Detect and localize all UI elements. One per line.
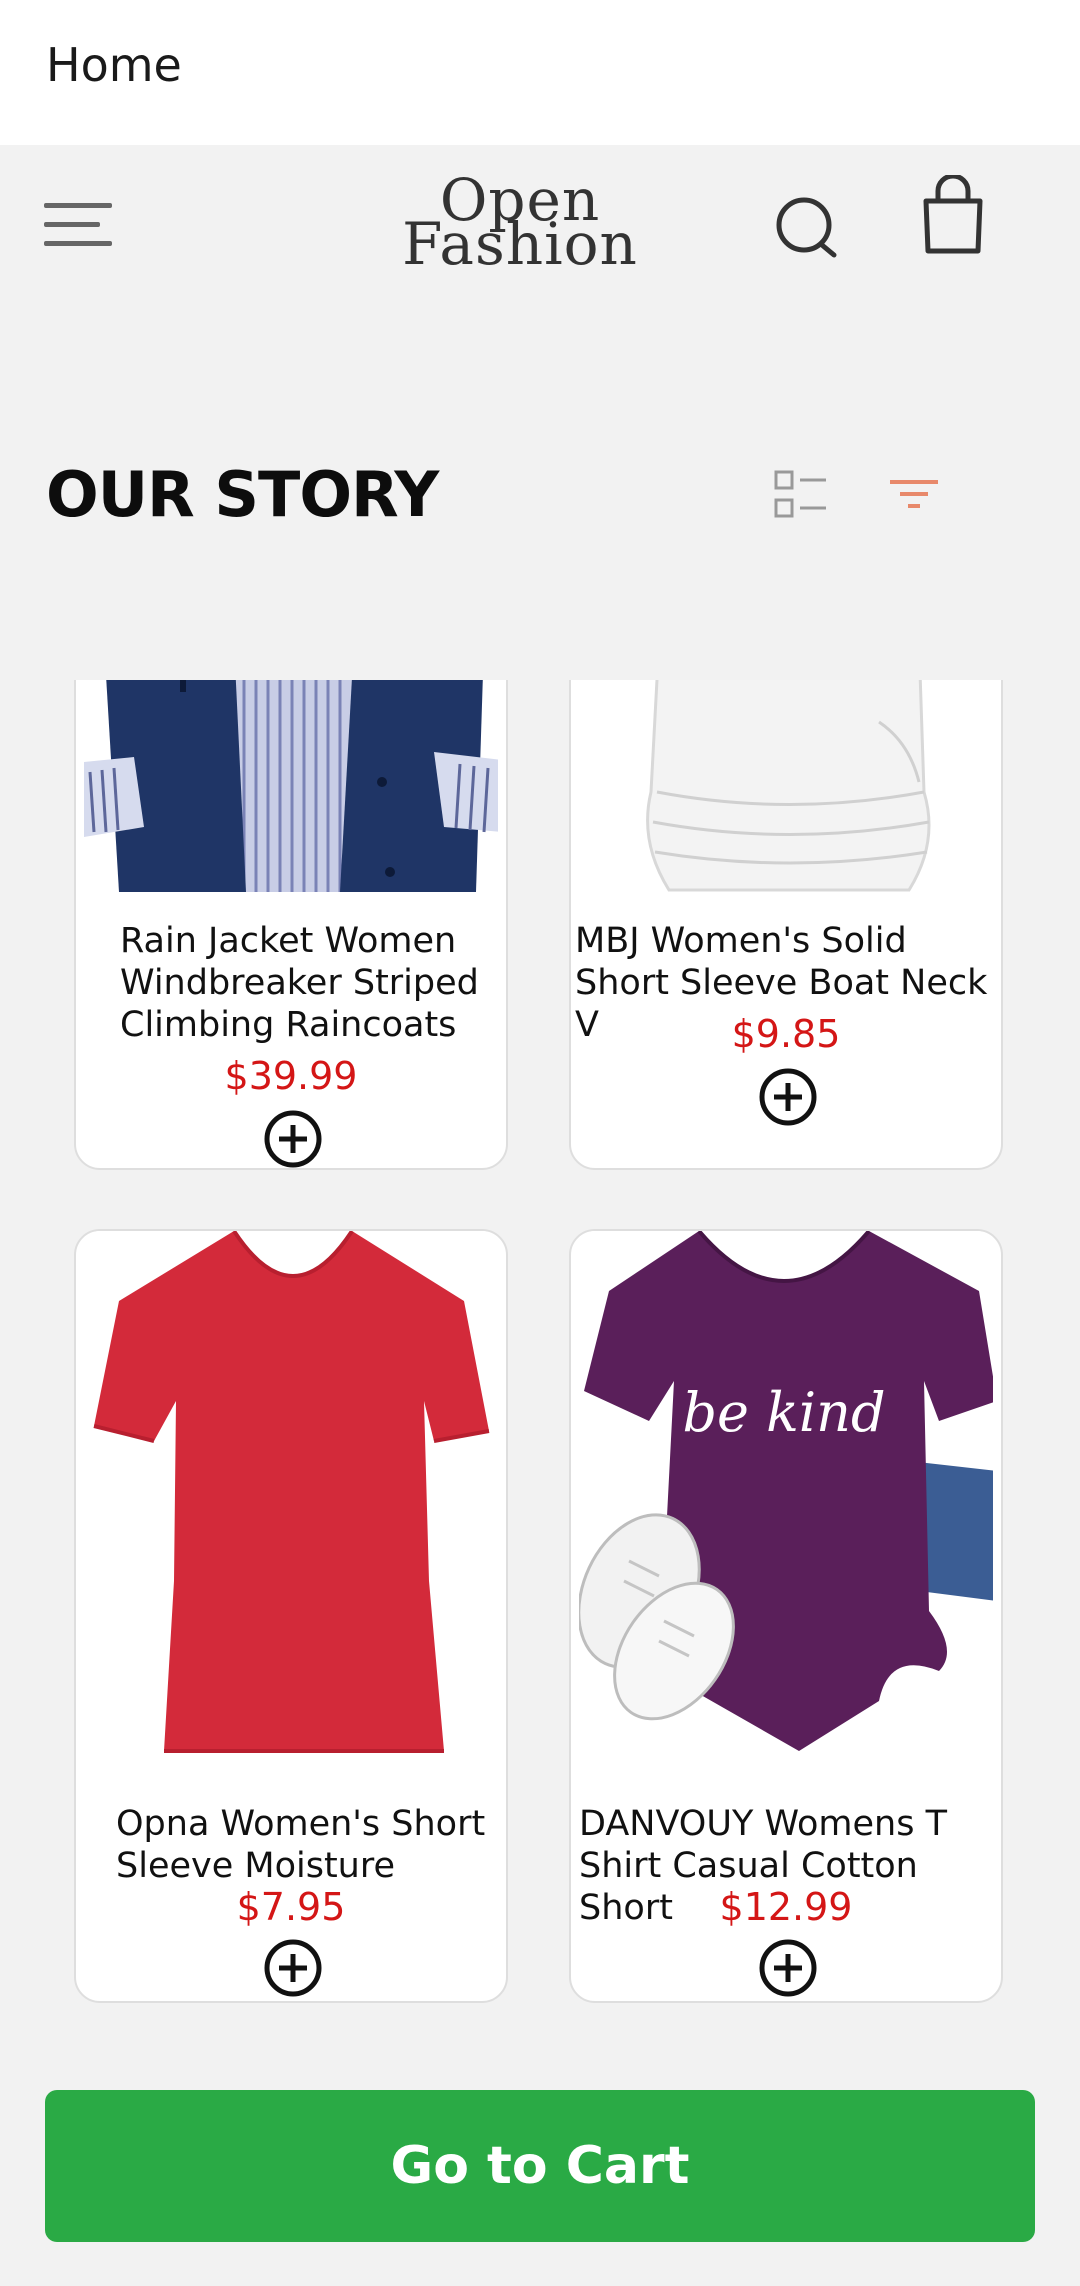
menu-icon[interactable] [44, 197, 116, 253]
product-card[interactable]: Rain Jacket Women Windbreaker Striped Cl… [74, 680, 508, 1170]
product-image-rain-jacket [84, 680, 498, 894]
logo-line-2: Fashion [402, 210, 638, 278]
product-image-purple-tshirt: be kind [579, 1231, 993, 1761]
app-bar: Home [0, 0, 1080, 145]
add-to-cart-icon[interactable] [759, 1939, 817, 1997]
product-card[interactable]: be kind DANVOUY Womens T Shirt Casual Co… [569, 1229, 1003, 2003]
add-to-cart-icon[interactable] [759, 1068, 817, 1126]
shirt-print-text: be kind [682, 1381, 885, 1444]
product-name: Opna Women's Short Sleeve Moisture [116, 1804, 486, 1886]
list-view-icon[interactable] [774, 468, 830, 524]
brand-logo[interactable]: Open Fashion [390, 171, 650, 278]
filter-icon[interactable] [888, 476, 940, 516]
store-header: Open Fashion [0, 145, 1080, 325]
product-image-white-top [579, 680, 993, 894]
search-icon[interactable] [772, 193, 844, 265]
section-title: OUR STORY [46, 458, 439, 531]
shopping-bag-icon[interactable] [918, 173, 988, 257]
product-image-red-tshirt [84, 1231, 498, 1761]
product-card[interactable]: Opna Women's Short Sleeve Moisture $7.95 [74, 1229, 508, 2003]
product-price: $7.95 [236, 1885, 346, 1929]
product-grid[interactable]: Rain Jacket Women Windbreaker Striped Cl… [0, 680, 1080, 2020]
product-price: $39.99 [224, 1054, 358, 1098]
app-bar-title: Home [46, 38, 182, 92]
product-card[interactable]: MBJ Women's Solid Short Sleeve Boat Neck… [569, 680, 1003, 1170]
product-price: $9.85 [731, 1012, 841, 1056]
add-to-cart-icon[interactable] [264, 1110, 322, 1168]
product-price: $12.99 [719, 1885, 853, 1929]
product-name: Rain Jacket Women Windbreaker Striped Cl… [120, 921, 479, 1045]
go-to-cart-button[interactable]: Go to Cart [45, 2090, 1035, 2242]
add-to-cart-icon[interactable] [264, 1939, 322, 1997]
